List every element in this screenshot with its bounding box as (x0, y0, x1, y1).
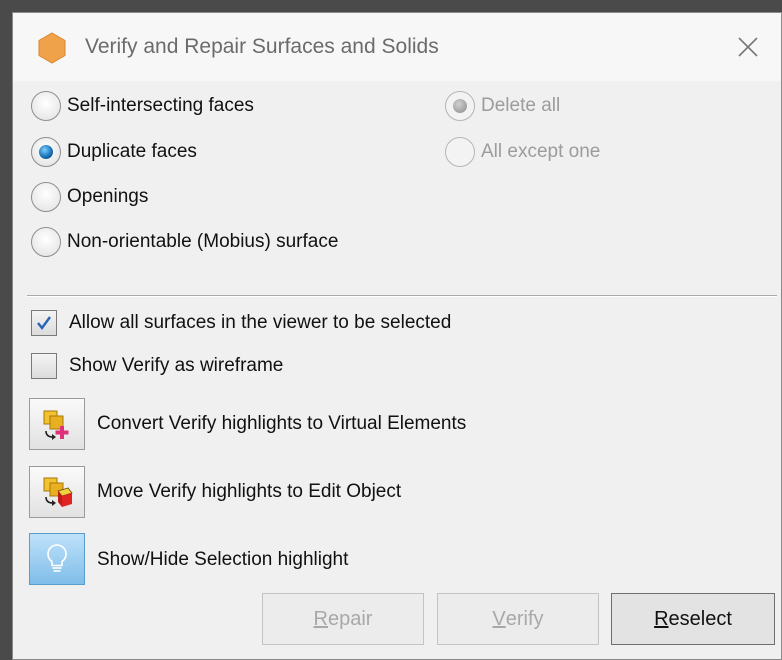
radio-indicator (31, 137, 61, 167)
separator (27, 295, 777, 297)
checkbox-show-wireframe[interactable]: Show Verify as wireframe (31, 353, 283, 379)
radio-indicator (445, 137, 475, 167)
radio-label: Self-intersecting faces (67, 95, 254, 116)
convert-virtual-icon (43, 410, 69, 440)
checkmark-icon (37, 316, 51, 330)
lightbulb-icon (47, 544, 67, 572)
show-hide-selection-highlight-button[interactable] (29, 533, 85, 585)
radio-label: Delete all (481, 95, 561, 116)
verify-button-mnemonic: V (492, 607, 506, 630)
radio-indicator (31, 227, 61, 257)
checkbox-label: Show Verify as wireframe (69, 355, 284, 376)
radio-delete-all[interactable]: Delete all (445, 91, 560, 121)
radio-label: All except one (481, 141, 601, 162)
radio-label: Openings (67, 186, 149, 207)
checkbox-label: Allow all surfaces in the viewer to be s… (69, 312, 452, 333)
radio-indicator (31, 91, 61, 121)
reselect-button-mnemonic: R (654, 607, 669, 630)
radio-all-except-one[interactable]: All except one (445, 137, 600, 167)
convert-virtual-elements-label: Convert Verify highlights to Virtual Ele… (97, 413, 467, 434)
radio-indicator (31, 182, 61, 212)
radio-self-intersecting-faces[interactable]: Self-intersecting faces (31, 91, 254, 121)
title-bar: Verify and Repair Surfaces and Solids (13, 13, 781, 81)
checkbox-box (31, 353, 57, 379)
move-edit-object-icon (43, 477, 73, 507)
radio-indicator (445, 91, 475, 121)
repair-button[interactable]: Repair (262, 593, 424, 645)
reselect-button[interactable]: Reselect (611, 593, 775, 645)
reselect-button-label: eselect (668, 607, 732, 630)
radio-openings[interactable]: Openings (31, 182, 148, 212)
verify-repair-dialog: Verify and Repair Surfaces and Solids Se… (12, 12, 782, 660)
repair-button-label: epair (327, 607, 373, 630)
show-hide-selection-highlight-label: Show/Hide Selection highlight (97, 549, 349, 570)
verify-button-label: erify (505, 607, 544, 630)
radio-non-orientable-surface[interactable]: Non-orientable (Mobius) surface (31, 227, 338, 257)
close-icon (738, 37, 758, 57)
window-title: Verify and Repair Surfaces and Solids (85, 35, 439, 58)
radio-label: Non-orientable (Mobius) surface (67, 231, 339, 252)
app-hexagon-icon (37, 32, 67, 69)
move-edit-object-label: Move Verify highlights to Edit Object (97, 481, 402, 502)
radio-label: Duplicate faces (67, 141, 197, 162)
radio-duplicate-faces[interactable]: Duplicate faces (31, 137, 197, 167)
close-button[interactable] (715, 21, 781, 73)
move-edit-object-button[interactable] (29, 466, 85, 518)
checkbox-allow-all-surfaces[interactable]: Allow all surfaces in the viewer to be s… (31, 310, 451, 336)
checkbox-box (31, 310, 57, 336)
verify-button[interactable]: Verify (437, 593, 599, 645)
convert-virtual-elements-button[interactable] (29, 398, 85, 450)
repair-button-mnemonic: R (313, 607, 328, 630)
